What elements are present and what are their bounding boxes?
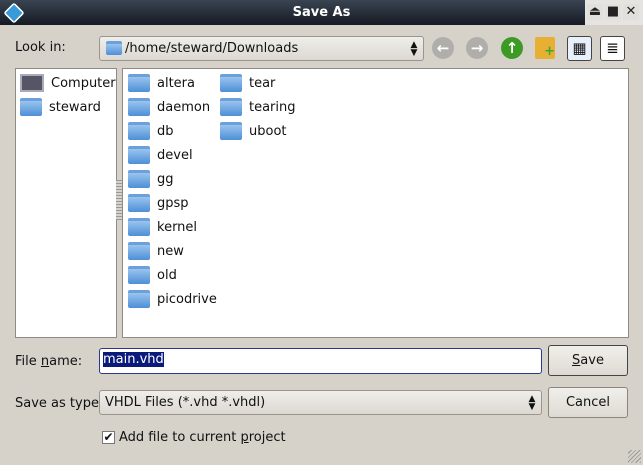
window-title: Save As — [292, 5, 351, 20]
up-arrow-icon[interactable]: ↑ — [501, 37, 523, 59]
folder-icon — [220, 74, 242, 92]
folder-icon — [128, 194, 150, 212]
file-name: kernel — [157, 219, 198, 235]
folder-icon — [128, 242, 150, 260]
back-arrow-icon[interactable]: ← — [432, 37, 454, 59]
list-item[interactable]: gpsp — [128, 193, 189, 213]
list-item[interactable]: db — [128, 121, 174, 141]
look-in-label: Look in: — [15, 40, 66, 55]
save-button[interactable]: Save — [548, 345, 628, 376]
list-icon: ≣ — [606, 39, 619, 57]
file-name-input[interactable]: main.vhd — [99, 348, 542, 374]
folder-icon — [128, 74, 150, 92]
file-name-value: main.vhd — [103, 352, 164, 367]
folder-icon — [128, 98, 150, 116]
forward-arrow-icon[interactable]: → — [466, 37, 488, 59]
file-name: db — [157, 123, 174, 139]
file-list: altera daemon db devel gg gpsp kernel new old pic… — [122, 68, 629, 338]
list-item[interactable]: gg — [128, 169, 174, 189]
look-in-combo[interactable]: /home/steward/Downloads ▲ ▼ — [99, 36, 424, 61]
place-label: steward — [49, 99, 101, 115]
list-item[interactable]: kernel — [128, 217, 197, 237]
spinner-icon: ▲ ▼ — [410, 40, 418, 58]
file-name: uboot — [249, 123, 287, 139]
place-computer[interactable]: Computer — [20, 73, 116, 93]
folder-icon — [220, 122, 242, 140]
icon-view-button[interactable]: ▦ — [567, 36, 592, 61]
list-item[interactable]: uboot — [220, 121, 287, 141]
look-in-path: /home/steward/Downloads — [125, 41, 299, 56]
grid-icon: ▦ — [572, 39, 587, 57]
detail-view-button[interactable]: ≣ — [600, 36, 625, 61]
list-item[interactable]: altera — [128, 73, 195, 93]
folder-icon — [128, 170, 150, 188]
file-name: altera — [157, 75, 195, 91]
list-item[interactable]: new — [128, 241, 184, 261]
file-name-label: File name: — [15, 354, 83, 369]
file-name: daemon — [157, 99, 211, 115]
cancel-button[interactable]: Cancel — [548, 387, 628, 418]
file-name: tearing — [249, 99, 296, 115]
list-item[interactable]: tear — [220, 73, 275, 93]
add-to-project-checkbox[interactable]: ✔ — [102, 431, 115, 444]
title-bar: Save As — [0, 0, 643, 25]
list-item[interactable]: daemon — [128, 97, 210, 117]
file-name: new — [157, 243, 184, 259]
list-item[interactable]: picodrive — [128, 289, 217, 309]
file-type-combo[interactable]: VHDL Files (*.vhd *.vhdl) ▲ ▼ — [99, 390, 542, 415]
file-name: old — [157, 267, 177, 283]
folder-icon — [20, 98, 42, 116]
spinner-icon: ▲ ▼ — [528, 394, 536, 412]
file-name: gg — [157, 171, 174, 187]
file-name: picodrive — [157, 291, 217, 307]
place-label: Computer — [51, 75, 116, 91]
close-icon[interactable]: ✕ — [623, 4, 639, 20]
folder-icon — [220, 98, 242, 116]
maximize-icon[interactable]: ■ — [605, 4, 621, 20]
list-item[interactable]: old — [128, 265, 177, 285]
file-type-value: VHDL Files (*.vhd *.vhdl) — [105, 395, 266, 410]
resize-grip[interactable] — [628, 450, 641, 463]
file-name: gpsp — [157, 195, 189, 211]
folder-icon — [128, 122, 150, 140]
folder-icon — [128, 266, 150, 284]
folder-icon — [128, 290, 150, 308]
file-name: tear — [249, 75, 276, 91]
places-sidebar: Computer steward — [15, 68, 117, 338]
list-item[interactable]: devel — [128, 145, 193, 165]
add-to-project-label[interactable]: Add file to current project — [119, 430, 286, 445]
file-name: devel — [157, 147, 193, 163]
save-as-type-label: Save as type: — [15, 396, 104, 411]
computer-icon — [20, 74, 44, 92]
folder-icon — [106, 41, 122, 55]
list-item[interactable]: tearing — [220, 97, 296, 117]
folder-icon — [128, 146, 150, 164]
folder-icon — [128, 218, 150, 236]
new-folder-icon[interactable]: + — [535, 37, 555, 59]
splitter-handle[interactable] — [116, 180, 122, 220]
place-steward[interactable]: steward — [20, 97, 101, 117]
shade-icon[interactable]: ⏏ — [587, 4, 603, 20]
